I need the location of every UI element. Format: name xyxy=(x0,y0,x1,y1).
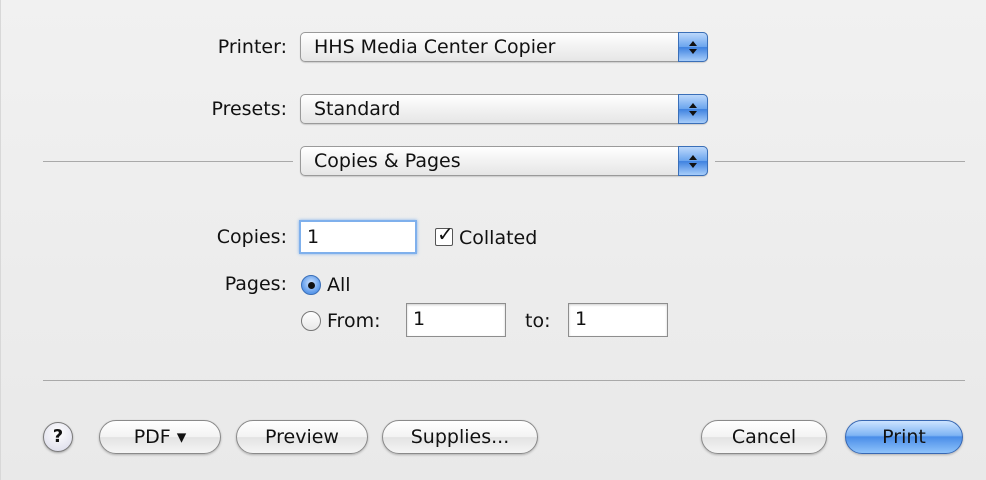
section-popup[interactable]: Copies & Pages xyxy=(300,146,708,176)
presets-popup[interactable]: Standard xyxy=(300,94,708,124)
pages-from-field[interactable]: 1 xyxy=(406,303,506,337)
cancel-button[interactable]: Cancel xyxy=(701,420,827,454)
popup-arrows-icon xyxy=(678,94,708,124)
presets-label: Presets: xyxy=(211,98,287,120)
pages-to-label: to: xyxy=(525,310,551,332)
print-button[interactable]: Print xyxy=(845,420,963,454)
pages-all-label: All xyxy=(327,274,351,296)
divider-left xyxy=(43,161,293,162)
preview-button[interactable]: Preview xyxy=(236,420,368,454)
pdf-menu-button[interactable]: PDF ▾ xyxy=(99,420,221,454)
pages-to-field[interactable]: 1 xyxy=(568,303,668,337)
printer-label: Printer: xyxy=(217,36,287,58)
printer-value: HHS Media Center Copier xyxy=(314,36,556,58)
radio-dot-icon xyxy=(308,282,315,289)
divider-right xyxy=(715,161,965,162)
pages-from-label: From: xyxy=(327,310,381,332)
presets-value: Standard xyxy=(314,98,401,120)
collated-checkbox[interactable]: ✓ xyxy=(435,222,454,246)
supplies-button[interactable]: Supplies... xyxy=(382,420,538,454)
copies-label: Copies: xyxy=(216,226,287,248)
collated-label: Collated xyxy=(459,227,538,249)
popup-arrows-icon xyxy=(678,146,708,176)
pages-label: Pages: xyxy=(224,273,287,295)
pages-from-radio[interactable] xyxy=(301,311,321,331)
section-value: Copies & Pages xyxy=(314,150,461,172)
print-dialog: Printer: HHS Media Center Copier Presets… xyxy=(0,0,986,480)
pages-all-radio[interactable] xyxy=(301,275,321,295)
copies-field[interactable]: 1 xyxy=(299,220,417,254)
checkmark-icon: ✓ xyxy=(437,222,454,246)
bottom-divider xyxy=(43,380,965,381)
printer-popup[interactable]: HHS Media Center Copier xyxy=(300,32,708,62)
help-button[interactable]: ? xyxy=(43,422,73,452)
popup-arrows-icon xyxy=(678,32,708,62)
